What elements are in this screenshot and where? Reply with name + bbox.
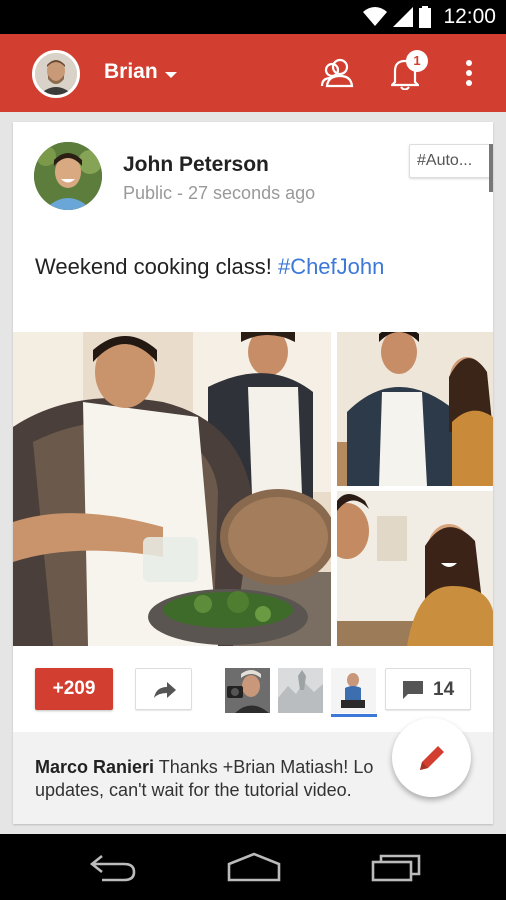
people-icon[interactable] <box>320 56 354 90</box>
photo-bottom-right[interactable] <box>337 491 493 646</box>
post-body: Weekend cooking class! <box>35 254 278 279</box>
account-avatar[interactable] <box>32 50 80 98</box>
author-avatar[interactable] <box>34 142 102 210</box>
post-meta: Public - 27 seconds ago <box>123 183 316 203</box>
notification-badge[interactable]: 1 <box>406 50 428 72</box>
comment-author[interactable]: Marco Ranieri <box>35 757 154 777</box>
author-name[interactable]: John Peterson <box>123 153 269 177</box>
back-icon[interactable] <box>88 852 138 884</box>
overflow-menu-icon[interactable] <box>463 58 475 88</box>
plus-one-button[interactable]: +209 <box>35 668 113 710</box>
photo-top-right[interactable] <box>337 332 493 486</box>
status-time: 12:00 <box>443 5 496 28</box>
selected-plusoner-indicator <box>331 714 377 717</box>
plusoner-avatar[interactable] <box>225 668 270 713</box>
app-bar: Brian 1 <box>0 34 506 112</box>
chevron-down-icon[interactable] <box>165 72 177 78</box>
comments-button[interactable]: 14 <box>385 668 471 710</box>
account-name[interactable]: Brian <box>104 60 158 84</box>
post-text: Weekend cooking class! #ChefJohn <box>35 254 384 280</box>
hashtag-link[interactable]: #ChefJohn <box>278 254 384 279</box>
photo-main[interactable] <box>13 332 331 646</box>
comment-icon <box>403 681 423 699</box>
cell-signal-icon <box>393 7 414 27</box>
scrollbar-thumb <box>489 144 493 192</box>
plusoner-avatar[interactable] <box>331 668 376 713</box>
comment-text: Marco Ranieri Thanks +Brian Matiash! Lo … <box>35 756 415 802</box>
recent-apps-icon[interactable] <box>370 852 422 884</box>
comment-count: 14 <box>433 679 455 700</box>
plusoner-avatar[interactable] <box>278 668 323 713</box>
status-bar: 12:00 <box>0 0 506 34</box>
compose-post-button[interactable] <box>392 718 471 797</box>
home-icon[interactable] <box>226 852 282 884</box>
share-button[interactable] <box>135 668 192 710</box>
auto-tag-chip[interactable]: #Auto... <box>409 144 491 178</box>
share-arrow-icon <box>154 682 176 698</box>
battery-icon <box>419 6 432 28</box>
pencil-icon <box>420 746 444 770</box>
wifi-icon <box>363 7 388 27</box>
system-nav-bar <box>0 834 506 900</box>
